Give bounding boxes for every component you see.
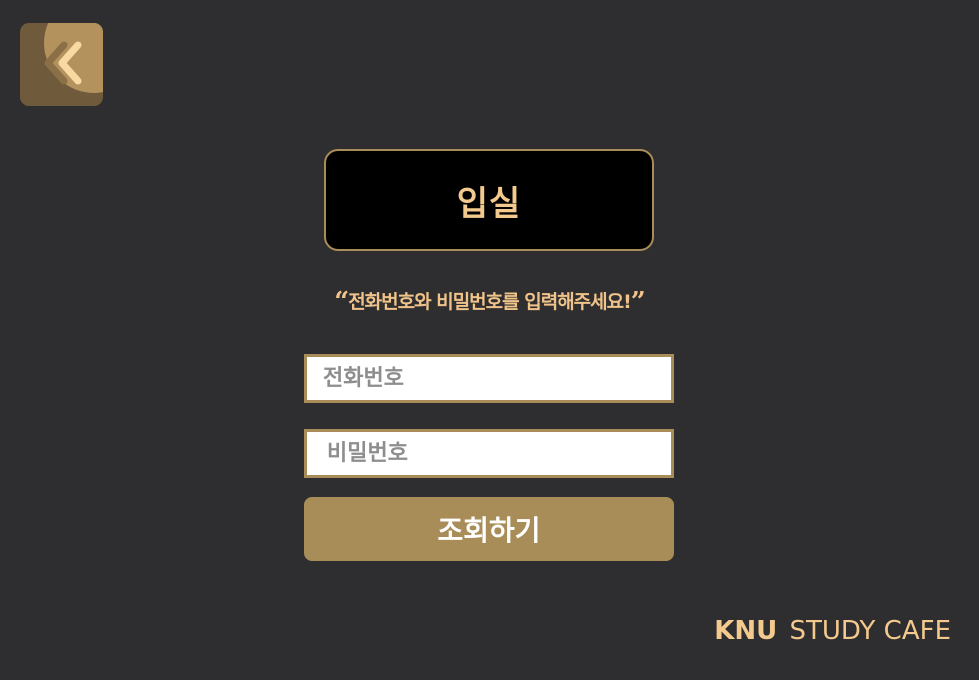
page-title-box: 입실 [324,149,654,251]
lookup-button[interactable]: 조회하기 [304,497,674,561]
close-quote: ” [630,287,646,317]
brand-secondary: STUDY CAFE [789,616,951,646]
double-chevron-left-icon [44,41,82,85]
back-button[interactable] [20,23,103,106]
brand-primary: KNU [714,616,778,646]
page-title: 입실 [456,183,522,224]
brand-logo: KNU STUDY CAFE [714,616,951,646]
instruction-text: “전화번호와 비밀번호를 입력해주세요!” [0,287,979,317]
password-input[interactable] [304,429,674,478]
instruction-message: 전화번호와 비밀번호를 입력해주세요! [348,291,632,313]
open-quote: “ [334,287,349,317]
phone-number-input[interactable] [304,354,674,403]
